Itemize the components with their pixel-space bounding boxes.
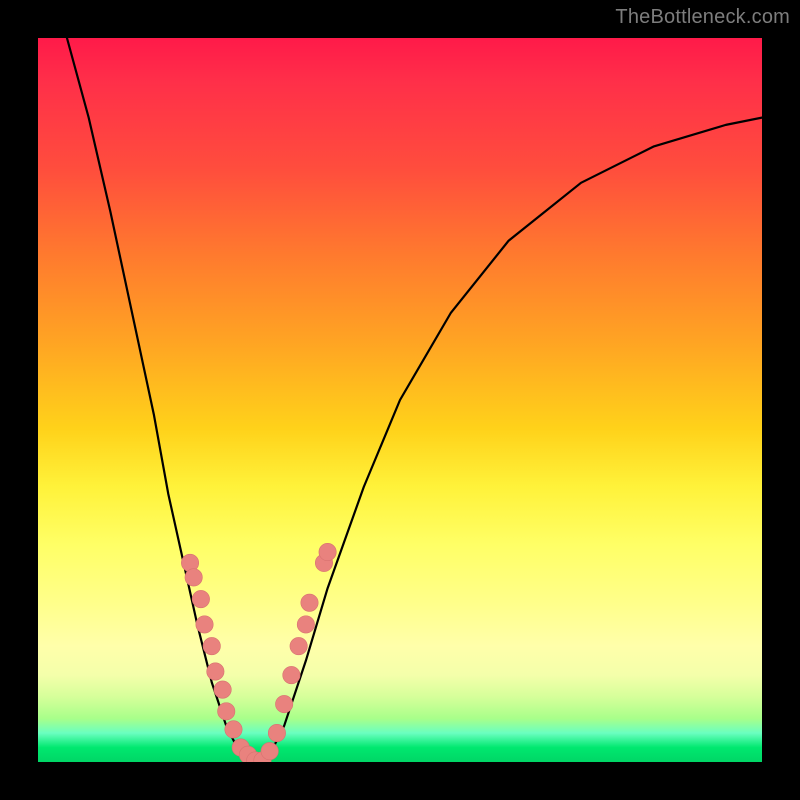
data-marker: [196, 616, 213, 633]
data-marker: [192, 590, 209, 607]
data-marker: [218, 703, 235, 720]
data-marker: [261, 742, 278, 759]
bottleneck-curve: [67, 38, 762, 762]
watermark-text: TheBottleneck.com: [615, 6, 790, 29]
chart-frame: TheBottleneck.com: [0, 0, 800, 800]
data-marker: [203, 637, 220, 654]
data-marker: [290, 637, 307, 654]
chart-svg: [38, 38, 762, 762]
data-marker: [297, 616, 314, 633]
plot-area: [38, 38, 762, 762]
data-marker: [185, 569, 202, 586]
data-marker: [301, 594, 318, 611]
data-marker: [268, 724, 285, 741]
data-marker: [283, 666, 300, 683]
data-marker: [319, 543, 336, 560]
data-marker: [225, 721, 242, 738]
data-marker: [214, 681, 231, 698]
data-marker: [275, 695, 292, 712]
data-marker: [207, 663, 224, 680]
